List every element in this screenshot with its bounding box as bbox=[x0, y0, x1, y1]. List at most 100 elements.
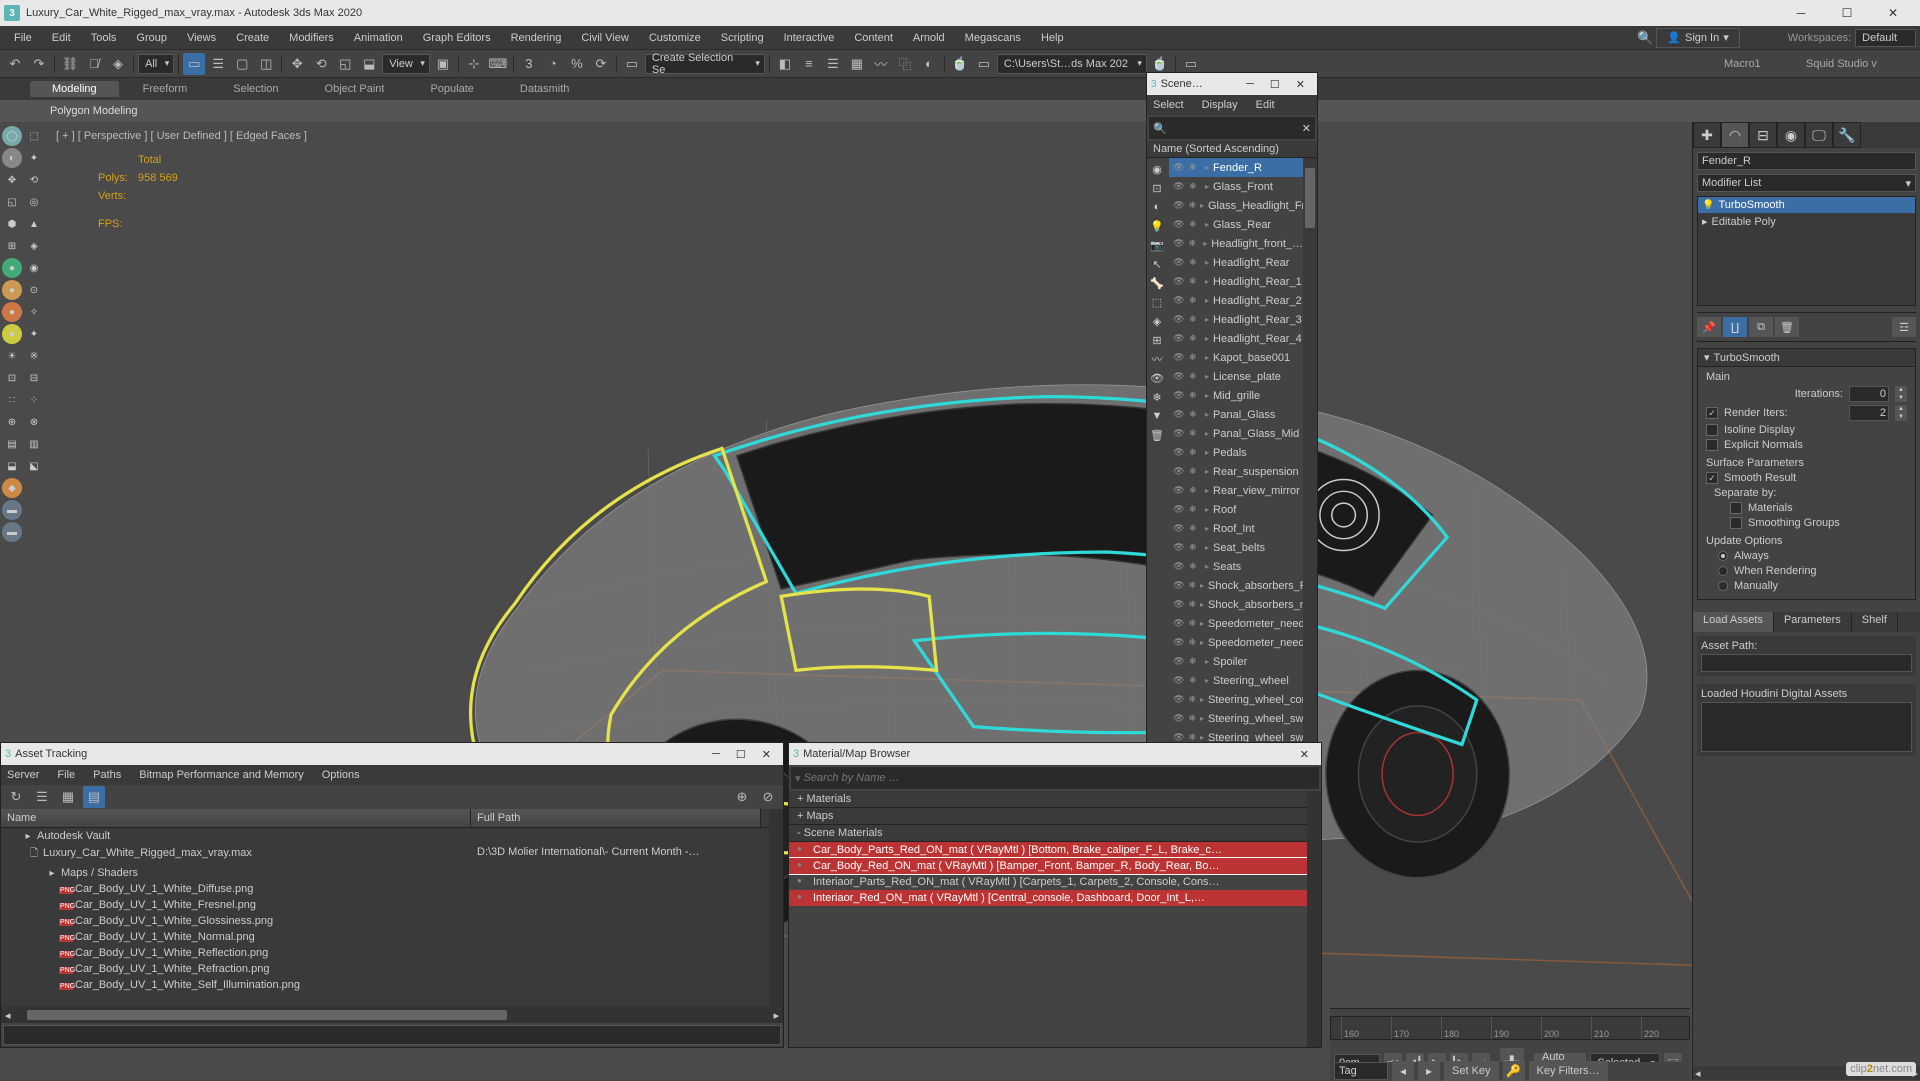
menu-views[interactable]: Views bbox=[177, 27, 226, 49]
scene-item[interactable]: 👁❄▸Rear_view_mirror bbox=[1169, 481, 1303, 500]
scene-item[interactable]: 👁❄▸Panal_Glass_Mid bbox=[1169, 424, 1303, 443]
material-vscroll[interactable] bbox=[1307, 791, 1321, 1047]
left-tool-icon[interactable]: ⊟ bbox=[24, 368, 44, 388]
create-tab[interactable]: ✚ bbox=[1693, 122, 1721, 148]
material-section[interactable]: + Materials bbox=[789, 791, 1307, 808]
asset-tool-icon[interactable]: ⊕ bbox=[731, 786, 753, 808]
workspace-combo[interactable]: Default bbox=[1855, 29, 1916, 47]
mirror-icon[interactable]: ◧ bbox=[774, 53, 796, 75]
scene-item[interactable]: 👁❄▸Headlight_Rear bbox=[1169, 253, 1303, 272]
se-filter-icon[interactable]: ▼ bbox=[1147, 407, 1167, 425]
left-tool-icon[interactable]: ✥ bbox=[2, 170, 22, 190]
left-tool-icon[interactable]: ✦ bbox=[24, 324, 44, 344]
align-icon[interactable]: ≡ bbox=[798, 53, 820, 75]
se-filter-icon[interactable]: ◈ bbox=[1147, 312, 1167, 330]
scene-item[interactable]: 👁❄▸Steering_wheel bbox=[1169, 671, 1303, 690]
make-unique-icon[interactable]: ⧉ bbox=[1749, 317, 1773, 337]
utilities-tab[interactable]: 🔧 bbox=[1833, 122, 1861, 148]
left-tool-icon[interactable]: ● bbox=[2, 302, 22, 322]
left-tool-icon[interactable]: ⁘ bbox=[24, 390, 44, 410]
asset-row[interactable]: ▸Maps / Shaders bbox=[1, 865, 769, 881]
spinner-down-icon[interactable]: ▼ bbox=[1895, 394, 1907, 402]
houdini-list[interactable] bbox=[1701, 702, 1912, 752]
scene-item[interactable]: 👁❄▸Glass_Rear bbox=[1169, 215, 1303, 234]
left-tool-icon[interactable]: ⊕ bbox=[2, 412, 22, 432]
left-tool-icon[interactable]: ※ bbox=[24, 346, 44, 366]
modify-tab[interactable]: ◠ bbox=[1721, 122, 1749, 148]
scene-item[interactable]: 👁❄▸Fender_R bbox=[1169, 158, 1303, 177]
subtab-parameters[interactable]: Parameters bbox=[1774, 612, 1852, 632]
material-item[interactable]: Interiaor_Red_ON_mat ( VRayMtl ) [Centra… bbox=[789, 890, 1307, 906]
minimize-button[interactable]: ─ bbox=[704, 748, 728, 760]
asset-row[interactable]: PNGCar_Body_UV_1_White_Self_Illumination… bbox=[1, 977, 769, 993]
maximize-button[interactable]: ☐ bbox=[1824, 0, 1870, 26]
asset-hscroll[interactable]: ◂▸ bbox=[1, 1007, 783, 1023]
ribbon-tab-populate[interactable]: Populate bbox=[408, 81, 495, 97]
left-tool-icon[interactable]: ⬓ bbox=[2, 456, 22, 476]
asset-col-header[interactable]: Name bbox=[1, 809, 471, 827]
se-filter-icon[interactable]: 📷 bbox=[1147, 236, 1167, 254]
left-tool-icon[interactable]: ▬ bbox=[2, 500, 22, 520]
menu-civil-view[interactable]: Civil View bbox=[571, 27, 638, 49]
update-manually-radio[interactable] bbox=[1718, 581, 1728, 591]
asset-row[interactable]: PNGCar_Body_UV_1_White_Glossiness.png bbox=[1, 913, 769, 929]
toggle-ribbon-icon[interactable]: ▦ bbox=[846, 53, 868, 75]
asset-vscroll[interactable] bbox=[769, 809, 783, 1007]
update-always-radio[interactable] bbox=[1718, 551, 1728, 561]
asset-path-field[interactable] bbox=[1701, 654, 1912, 672]
close-button[interactable]: ✕ bbox=[1292, 748, 1317, 761]
scene-item[interactable]: 👁❄▸Mid_grille bbox=[1169, 386, 1303, 405]
scene-item[interactable]: 👁❄▸Roof bbox=[1169, 500, 1303, 519]
menu-rendering[interactable]: Rendering bbox=[501, 27, 572, 49]
asset-row[interactable]: PNGCar_Body_UV_1_White_Fresnel.png bbox=[1, 897, 769, 913]
left-tool-icon[interactable]: ⬢ bbox=[2, 214, 22, 234]
snap-toggle-icon[interactable]: 3 bbox=[518, 53, 540, 75]
material-editor-icon[interactable]: ◐ bbox=[918, 53, 940, 75]
scene-item[interactable]: 👁❄▸Headlight_front_… bbox=[1169, 234, 1303, 253]
asset-tool-icon[interactable]: ⊘ bbox=[757, 786, 779, 808]
sep-smoothing-check[interactable] bbox=[1730, 517, 1742, 529]
pivot-icon[interactable]: ▣ bbox=[432, 53, 454, 75]
se-filter-icon[interactable]: ❄ bbox=[1147, 388, 1167, 406]
scene-item[interactable]: 👁❄▸Steering_wheel_swi bbox=[1169, 709, 1303, 728]
pin-stack-icon[interactable]: 📌 bbox=[1697, 317, 1721, 337]
named-selection-icon[interactable]: ▭ bbox=[621, 53, 643, 75]
ribbon-tab-modeling[interactable]: Modeling bbox=[30, 81, 119, 97]
left-tool-icon[interactable]: ● bbox=[2, 258, 22, 278]
menu-megascans[interactable]: Megascans bbox=[955, 27, 1031, 49]
display-tab[interactable]: 🖵 bbox=[1805, 122, 1833, 148]
scene-item[interactable]: 👁❄▸Spoiler bbox=[1169, 652, 1303, 671]
spinner-up-icon[interactable]: ▲ bbox=[1895, 405, 1907, 413]
minimize-button[interactable]: ─ bbox=[1238, 78, 1262, 90]
maximize-button[interactable]: ☐ bbox=[1262, 78, 1288, 91]
window-crossing-icon[interactable]: ◫ bbox=[255, 53, 277, 75]
named-selection-combo[interactable]: Create Selection Se bbox=[645, 54, 765, 74]
scene-item[interactable]: 👁❄▸License_plate bbox=[1169, 367, 1303, 386]
material-item[interactable]: Interiaor_Parts_Red_ON_mat ( VRayMtl ) [… bbox=[789, 874, 1307, 890]
left-tool-icon[interactable]: ◱ bbox=[2, 192, 22, 212]
next-key-icon[interactable]: ▸ bbox=[1418, 1061, 1440, 1081]
left-tool-icon[interactable]: ⊙ bbox=[24, 280, 44, 300]
scene-item[interactable]: 👁❄▸Pedals bbox=[1169, 443, 1303, 462]
left-tool-icon[interactable]: ✧ bbox=[24, 302, 44, 322]
render-frame-icon[interactable]: ▭ bbox=[973, 53, 995, 75]
asset-tool-icon[interactable]: ↻ bbox=[5, 786, 27, 808]
ribbon-tab-freeform[interactable]: Freeform bbox=[121, 81, 210, 97]
scale-icon[interactable]: ◱ bbox=[334, 53, 356, 75]
select-object-icon[interactable]: ▭ bbox=[183, 53, 205, 75]
bind-icon[interactable]: ◈ bbox=[107, 53, 129, 75]
asset-tool-icon[interactable]: ▤ bbox=[83, 786, 105, 808]
asset-tool-icon[interactable]: ☰ bbox=[31, 786, 53, 808]
menu-animation[interactable]: Animation bbox=[344, 27, 413, 49]
left-tool-icon[interactable]: ⬕ bbox=[24, 456, 44, 476]
viewport-label[interactable]: [ + ] [ Perspective ] [ User Defined ] [… bbox=[56, 130, 307, 142]
scene-item[interactable]: 👁❄▸Kapot_base001 bbox=[1169, 348, 1303, 367]
sign-in-button[interactable]: 👤 Sign In ▾ bbox=[1656, 28, 1739, 48]
asset-menu-options[interactable]: Options bbox=[322, 769, 360, 781]
asset-row[interactable]: PNGCar_Body_UV_1_White_Diffuse.png bbox=[1, 881, 769, 897]
render-setup-icon[interactable]: 🍵 bbox=[949, 53, 971, 75]
se-menu-display[interactable]: Display bbox=[1202, 99, 1238, 111]
render-iters-field[interactable]: 2 bbox=[1849, 405, 1889, 421]
material-search-field[interactable]: ▾ Search by Name … bbox=[791, 767, 1319, 789]
left-tool-icon[interactable]: ▤ bbox=[2, 434, 22, 454]
